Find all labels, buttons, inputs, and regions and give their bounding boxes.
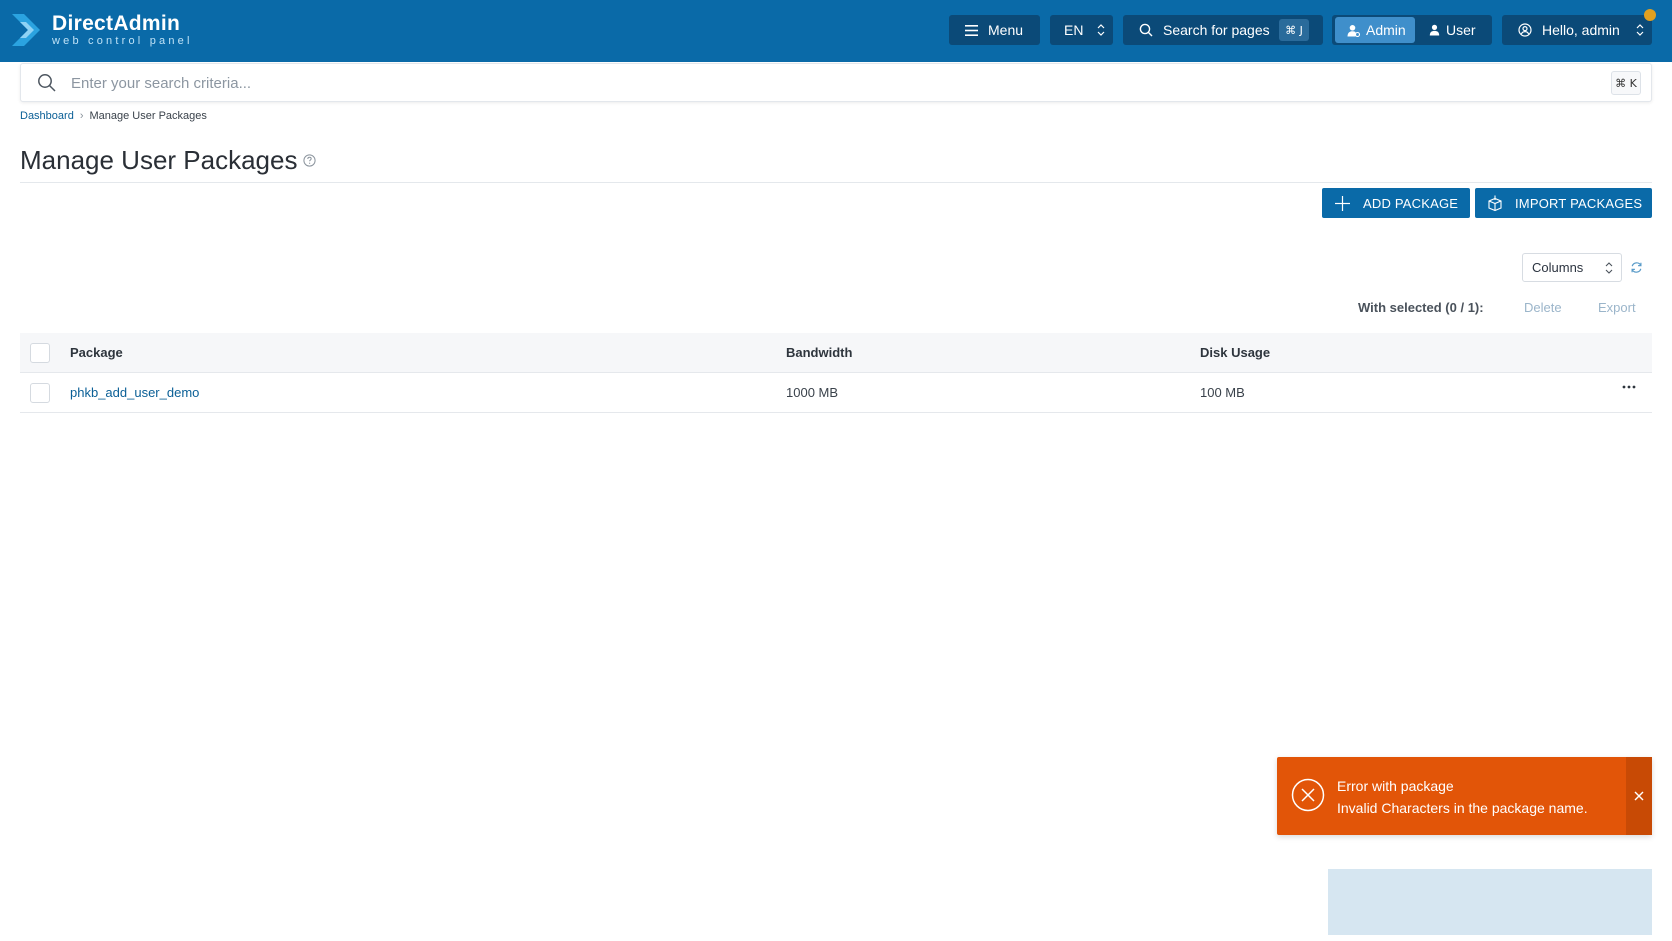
menu-label: Menu [988, 22, 1024, 38]
role-user-label: User [1446, 22, 1476, 38]
toast-message: Invalid Characters in the package name. [1337, 800, 1588, 816]
column-header-package[interactable]: Package [70, 345, 123, 360]
bandwidth-cell: 1000 MB [786, 385, 839, 400]
add-package-label: ADD PACKAGE [1363, 195, 1459, 211]
breadcrumb-current: Manage User Packages [89, 110, 207, 122]
refresh-icon[interactable] [1630, 261, 1643, 274]
add-package-button[interactable]: ADD PACKAGE [1322, 188, 1470, 218]
breadcrumb: Dashboard › Manage User Packages [20, 110, 207, 122]
with-selected-label: With selected (0 / 1): [1358, 300, 1484, 315]
brand-tagline: web control panel [52, 35, 193, 47]
plus-icon [1334, 195, 1351, 212]
search-pages-button[interactable]: Search for pages ⌘ J [1123, 15, 1323, 45]
chevron-right-icon: › [79, 110, 84, 122]
chevron-up-down-icon [1605, 261, 1613, 278]
search-icon [1139, 23, 1153, 37]
table-header-row: Package Bandwidth Disk Usage [20, 333, 1652, 373]
search-shortcut: ⌘ K [1611, 71, 1641, 95]
select-all-checkbox[interactable] [30, 343, 50, 363]
row-checkbox[interactable] [30, 383, 50, 403]
packages-table: Package Bandwidth Disk Usage phkb_add_us… [20, 333, 1652, 413]
error-circle-icon [1291, 778, 1325, 812]
page-title: Manage User Packages [20, 145, 317, 176]
language-label: EN [1064, 22, 1084, 38]
brand-name: DirectAdmin [52, 12, 181, 35]
columns-label: Columns [1532, 260, 1584, 275]
breadcrumb-dashboard-link[interactable]: Dashboard [20, 110, 74, 122]
package-cell: phkb_add_user_demo [70, 385, 199, 400]
role-user-button[interactable]: User [1415, 17, 1476, 43]
chevron-up-down-icon [1636, 23, 1644, 40]
column-header-bandwidth[interactable]: Bandwidth [786, 345, 852, 360]
account-menu-button[interactable]: Hello, admin [1502, 15, 1652, 45]
import-packages-label: IMPORT PACKAGES [1515, 195, 1643, 211]
global-search-bar: ⌘ K [20, 63, 1652, 102]
import-box-icon [1487, 195, 1503, 212]
more-horizontal-icon[interactable] [1622, 385, 1636, 389]
directadmin-logo-icon [12, 14, 40, 46]
close-icon[interactable] [1626, 757, 1652, 835]
admin-user-icon [1347, 24, 1360, 37]
help-circle-icon[interactable] [303, 154, 317, 167]
search-pages-shortcut: ⌘ J [1279, 19, 1309, 41]
brand-logo[interactable]: DirectAdmin web control panel [10, 10, 193, 50]
top-header: DirectAdmin web control panel Menu EN Se… [0, 0, 1672, 62]
role-switcher: Admin User [1332, 15, 1492, 45]
bulk-delete-button[interactable]: Delete [1524, 300, 1562, 315]
role-admin-button[interactable]: Admin [1335, 17, 1415, 43]
chevron-up-down-icon [1097, 23, 1105, 40]
disk-usage-cell: 100 MB [1200, 385, 1245, 400]
column-header-disk-usage[interactable]: Disk Usage [1200, 345, 1270, 360]
title-divider [20, 182, 1652, 183]
columns-select[interactable]: Columns [1522, 253, 1622, 282]
error-toast: Error with package Invalid Characters in… [1277, 757, 1652, 835]
user-circle-icon [1518, 23, 1532, 37]
hamburger-icon [965, 24, 978, 36]
search-icon [37, 73, 56, 97]
search-pages-label: Search for pages [1163, 22, 1270, 38]
toast-placeholder [1328, 869, 1652, 935]
import-packages-button[interactable]: IMPORT PACKAGES [1475, 188, 1652, 218]
toast-title: Error with package [1337, 778, 1454, 794]
page-title-text: Manage User Packages [20, 145, 298, 175]
bulk-export-button[interactable]: Export [1598, 300, 1636, 315]
menu-button[interactable]: Menu [949, 15, 1040, 45]
notification-dot[interactable] [1644, 9, 1656, 21]
language-select[interactable]: EN [1050, 15, 1113, 45]
table-row: phkb_add_user_demo 1000 MB 100 MB [20, 373, 1652, 413]
greeting-label: Hello, admin [1542, 22, 1620, 38]
user-icon [1429, 24, 1440, 36]
global-search-input[interactable] [71, 72, 1571, 94]
role-admin-label: Admin [1366, 22, 1406, 38]
package-link[interactable]: phkb_add_user_demo [70, 385, 199, 400]
